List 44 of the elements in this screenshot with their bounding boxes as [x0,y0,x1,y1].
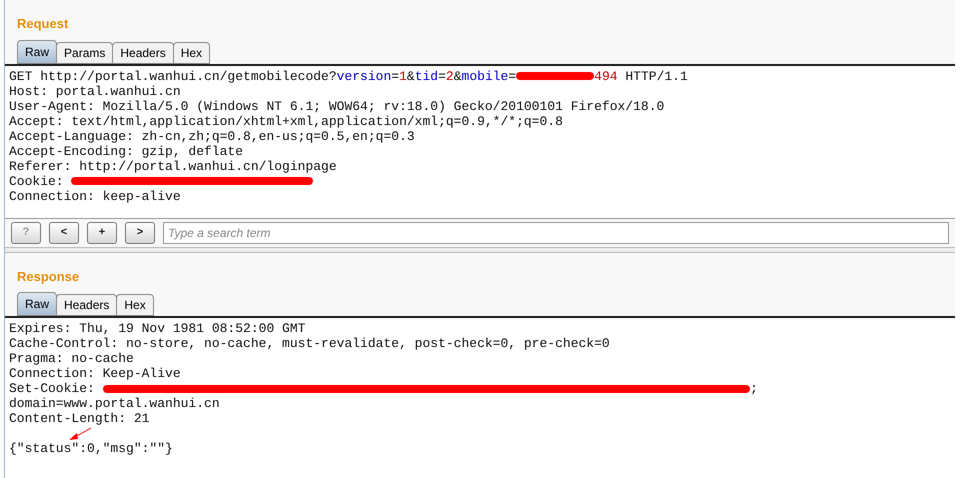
code-text: Accept: text/html,application/xhtml+xml,application/xml;q=0.9,*/*;q=0.8 [9,114,563,128]
code-text: Accept-Language: zh-cn,zh;q=0.8,en-us;q=0.5,en;q=0.3 [9,128,415,144]
code-text: domain=www.portal.wanhui.cn [9,396,220,411]
param-name: tid [414,68,438,84]
code-text: = [438,68,446,84]
param-value: 494 [594,68,618,84]
code-text: = [391,68,400,84]
code-text: Referer: http://portal.wanhui.cn/loginpage [9,158,337,174]
arrow-icon [67,427,93,441]
toolbar-button[interactable]: < [49,222,79,244]
code-text: Cookie: [9,174,65,188]
code-text: Host: portal.wanhui.cn [9,84,181,98]
code-text: User-Agent: Mozilla/5.0 (Windows NT 6.1; WOW64; rv:18.0) Gecko/20100101 Firefox/18.0 [9,98,664,114]
code-text: Connection: Keep-Alive [9,366,181,381]
code-text: Content-Length: 21 [9,411,150,426]
toolbar-button[interactable]: + [87,222,117,244]
code-text: {"status":0,"msg":""} [9,441,173,456]
panel-title: Response [16,268,80,286]
tab[interactable]: Raw [17,292,58,316]
code-text: & [406,68,415,84]
code-text: Set-Cookie: [9,381,96,396]
code-text: HTTP/1.1 [624,68,688,84]
code-text: ; [750,381,758,396]
tab[interactable]: Hex [116,294,154,316]
tab[interactable]: Headers [56,294,118,316]
panel-title: Request [16,15,70,33]
code-text: Pragma: no-cache [9,351,134,366]
code-text: GET http://portal.wanhui.cn/getmobilecode? [9,68,337,84]
code-text: Cache-Control: no-store, no-cache, must-revalidate, post-check=0, pre-check=0 [9,336,610,351]
code-text: = [508,68,516,84]
tab[interactable]: Headers [112,42,174,64]
param-name: mobile [462,68,508,84]
param-value: 2 [446,68,454,84]
code-text: Connection: keep-alive [9,188,181,204]
tab[interactable]: Hex [172,42,210,64]
code-text: Expires: Thu, 19 Nov 1981 08:52:00 GMT [9,321,306,336]
toolbar-button[interactable]: > [125,222,155,244]
tab[interactable]: Raw [17,40,58,64]
code-text: Accept-Encoding: gzip, deflate [9,144,244,158]
search-field[interactable]: Type a search term [163,222,949,244]
code-text: & [454,68,462,84]
param-name: version [336,68,392,84]
param-value: 1 [399,68,407,84]
tab[interactable]: Params [56,42,114,64]
